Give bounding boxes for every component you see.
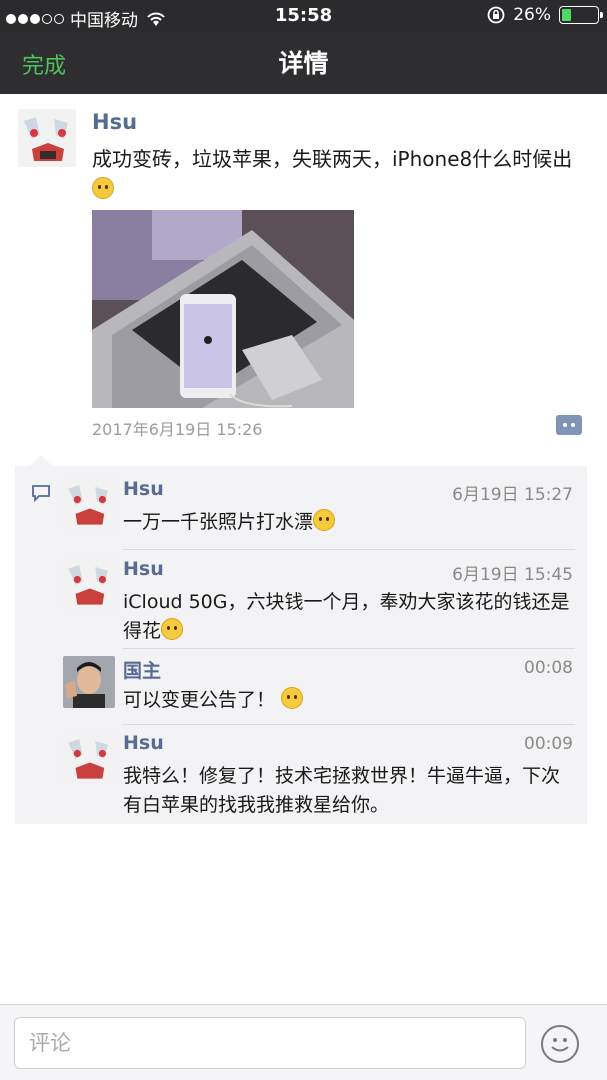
comment-input-bar (0, 1004, 607, 1080)
comment-text: 一万一千张照片打水漂 (123, 508, 573, 537)
comment-item[interactable]: Hsu 6月19日 15:27 一万一千张照片打水漂 (63, 478, 573, 548)
post-text: 成功变砖，垃圾苹果，失联两天，iPhone8什么时候出 (92, 144, 592, 204)
comment-divider (123, 648, 575, 649)
comment-text-content: 一万一千张照片打水漂 (123, 511, 314, 533)
navigation-bar: 完成 详情 (0, 32, 607, 94)
comment-text: 可以变更公告了！ (123, 686, 573, 715)
comment-time: 00:09 (524, 734, 573, 754)
comment-bubble-icon (32, 485, 50, 502)
comment-username[interactable]: Hsu (123, 732, 164, 754)
comment-text-content: 可以变更公告了！ (123, 689, 276, 711)
comment-item[interactable]: Hsu 6月19日 15:45 iCloud 50G，六块钱一个月，奉劝大家该花… (63, 558, 573, 650)
battery-icon (559, 6, 603, 24)
comments-panel: Hsu 6月19日 15:27 一万一千张照片打水漂 Hsu 6月19日 15:… (15, 466, 587, 824)
comment-username[interactable]: Hsu (123, 478, 164, 500)
comment-input[interactable] (14, 1017, 526, 1069)
status-right: 26% (487, 5, 603, 25)
comment-time: 00:08 (524, 658, 573, 678)
avatar[interactable] (63, 656, 115, 708)
more-actions-icon[interactable] (556, 415, 582, 435)
status-bar: 中国移动 15:58 26% (0, 0, 607, 32)
emoji-picker-icon[interactable] (541, 1025, 579, 1063)
comment-item[interactable]: 国主 00:08 可以变更公告了！ (63, 656, 573, 722)
smile-emoji-icon (92, 177, 114, 199)
comment-time: 6月19日 15:45 (452, 565, 573, 585)
avatar[interactable] (63, 732, 115, 784)
post-username[interactable]: Hsu (92, 110, 137, 134)
avatar[interactable] (63, 558, 115, 610)
grin-emoji-icon (281, 687, 304, 709)
comment-time: 6月19日 15:27 (452, 485, 573, 505)
battery-percent: 26% (513, 5, 551, 25)
comment-divider (123, 724, 575, 725)
comment-text: 我特么！修复了！技术宅拯救世界！牛逼牛逼，下次有白苹果的找我我推救星给你。 (123, 765, 561, 816)
page-title: 详情 (278, 49, 329, 78)
comment-text: iCloud 50G，六块钱一个月，奉劝大家该花的钱还是得花 (123, 588, 573, 646)
comment-text-content: iCloud 50G，六块钱一个月，奉劝大家该花的钱还是得花 (123, 591, 570, 642)
comment-divider (123, 549, 575, 550)
post-photo[interactable] (92, 210, 354, 408)
smile-emoji-icon (313, 509, 336, 531)
post-text-content: 成功变砖，垃圾苹果，失联两天，iPhone8什么时候出 (92, 147, 573, 171)
comment-item[interactable]: Hsu 00:09 我特么！修复了！技术宅拯救世界！牛逼牛逼，下次有白苹果的找我… (63, 732, 573, 822)
post-timestamp: 2017年6月19日 15:26 (92, 420, 263, 439)
cry-emoji-icon (161, 618, 184, 640)
comments-pointer (30, 455, 52, 466)
comment-username[interactable]: Hsu (123, 558, 164, 580)
rotation-lock-icon (487, 6, 505, 24)
avatar[interactable] (63, 478, 115, 530)
avatar[interactable] (18, 109, 76, 167)
comment-username[interactable]: 国主 (123, 656, 161, 683)
